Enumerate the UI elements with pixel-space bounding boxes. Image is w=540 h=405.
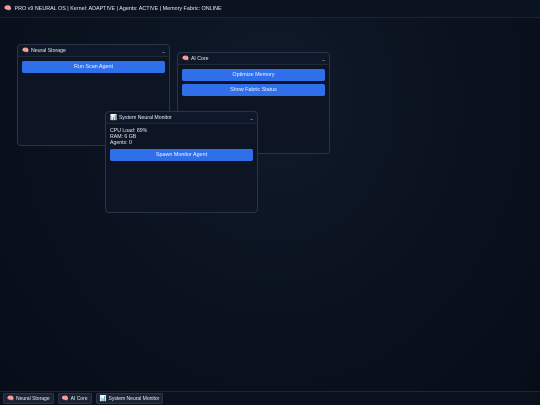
optimize-memory-button[interactable]: Optimize Memory (182, 69, 325, 81)
brain-icon: 🧠 (182, 55, 189, 62)
spawn-monitor-agent-button[interactable]: Spawn Monitor Agent (110, 148, 253, 161)
taskbar-item-ai-core[interactable]: 🧠 AI Core (57, 393, 92, 404)
minimize-button[interactable]: _ (250, 115, 253, 121)
minimize-button[interactable]: _ (162, 48, 165, 54)
show-fabric-status-button[interactable]: Show Fabric Status (182, 84, 325, 96)
taskbar-item-label: Neural Storage (15, 395, 50, 402)
taskbar-item-label: System Neural Monitor (108, 395, 160, 402)
window-title: Neural Storage (30, 47, 66, 54)
brain-icon: 🧠 (22, 47, 29, 54)
brain-icon: 🧠 (4, 6, 12, 12)
window-titlebar[interactable]: 🧠 AI Core _ (178, 53, 329, 65)
top-status-bar: 🧠 PRO v9 NEURAL OS | Kernel: ADAPTIVE | … (0, 0, 540, 18)
taskbar-item-label: AI Core (70, 395, 88, 402)
window-system-neural-monitor[interactable]: 📊 System Neural Monitor _ CPU Load: 89% … (105, 111, 258, 213)
system-status-text: PRO v9 NEURAL OS | Kernel: ADAPTIVE | Ag… (14, 5, 222, 12)
run-scan-agent-button[interactable]: Run Scan Agent (22, 61, 165, 73)
minimize-button[interactable]: _ (322, 56, 325, 62)
brain-icon: 🧠 (7, 395, 14, 402)
bar-chart-icon: 📊 (110, 114, 117, 121)
window-title: System Neural Monitor (118, 114, 172, 121)
window-titlebar[interactable]: 🧠 Neural Storage _ (18, 45, 169, 57)
window-title: AI Core (190, 55, 209, 62)
taskbar-item-neural-storage[interactable]: 🧠 Neural Storage (3, 393, 54, 404)
taskbar-item-system-neural-monitor[interactable]: 📊 System Neural Monitor (95, 393, 164, 404)
window-titlebar[interactable]: 📊 System Neural Monitor _ (106, 112, 257, 124)
agents-count-text: Agents: 0 (110, 140, 132, 147)
brain-icon: 🧠 (61, 395, 69, 402)
taskbar: 🧠 Neural Storage 🧠 AI Core 📊 System Neur… (0, 391, 540, 405)
bar-chart-icon: 📊 (99, 395, 107, 402)
